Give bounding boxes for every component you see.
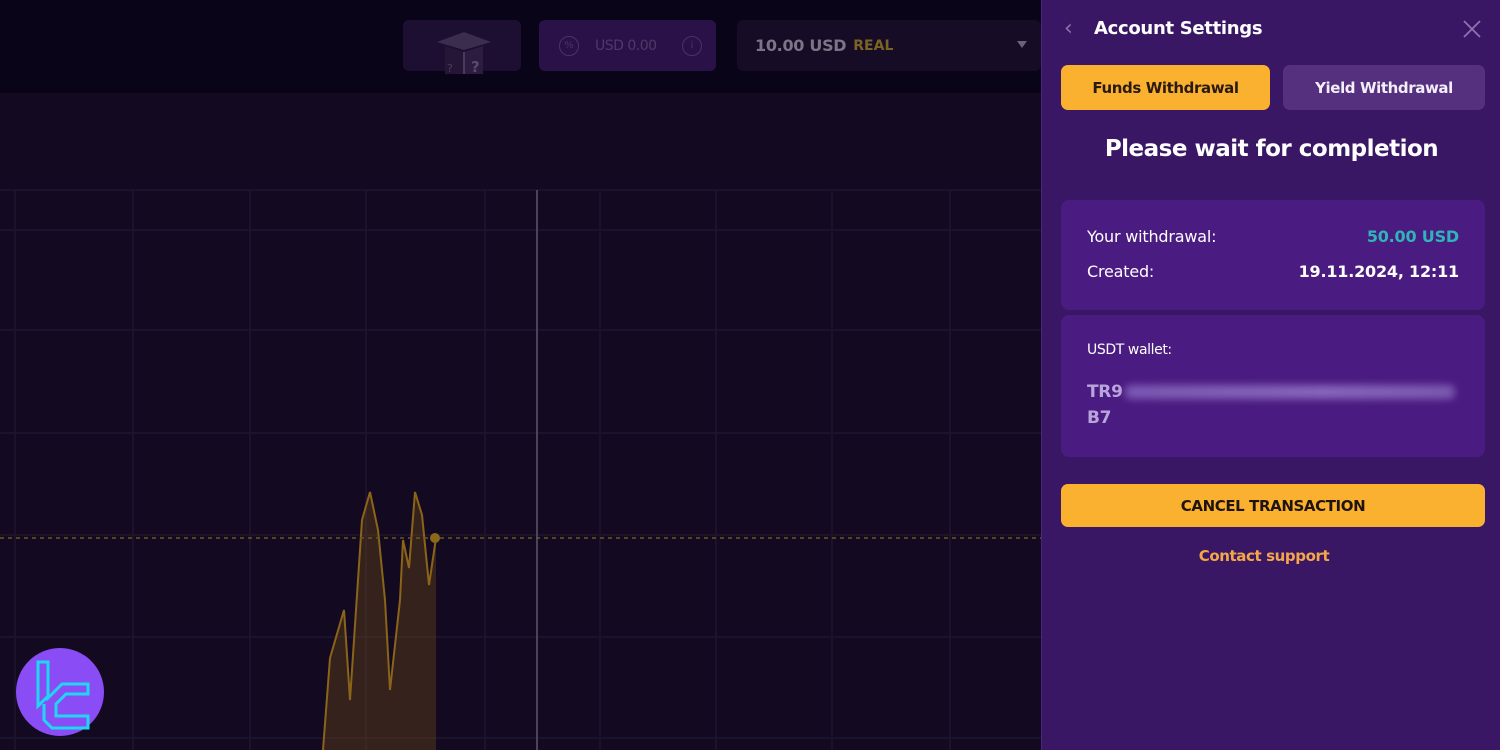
top-bar: ? ? % USD 0.00 i 10.00 USD REAL: [0, 0, 1041, 93]
info-icon[interactable]: i: [682, 35, 702, 56]
wallet-address-redacted: [1124, 385, 1455, 399]
panel-header: ‹ Account Settings: [1042, 14, 1500, 46]
tab-yield-withdrawal[interactable]: Yield Withdrawal: [1283, 65, 1485, 110]
wallet-label: USDT wallet:: [1087, 342, 1172, 358]
account-balance-dropdown[interactable]: 10.00 USD REAL: [737, 20, 1041, 71]
withdrawal-amount-row: Your withdrawal: 50.00 USD: [1087, 227, 1459, 246]
cancel-transaction-button[interactable]: CANCEL TRANSACTION: [1061, 484, 1485, 527]
account-settings-panel: ‹ Account Settings Funds Withdrawal Yiel…: [1041, 0, 1500, 750]
withdrawal-details-card: Your withdrawal: 50.00 USD Created: 19.1…: [1061, 200, 1485, 310]
current-price-dot: [430, 533, 440, 543]
timer-percent-icon: %: [559, 35, 579, 56]
balance-amount: 10.00 USD: [755, 36, 847, 55]
status-heading: Please wait for completion: [1104, 136, 1439, 162]
mystery-box-button[interactable]: ? ?: [403, 20, 521, 74]
wallet-address: TR9 B7: [1087, 379, 1457, 431]
panel-title: Account Settings: [1094, 18, 1263, 39]
contact-support-link[interactable]: Contact support: [1042, 547, 1486, 565]
created-row: Created: 19.11.2024, 12:11: [1087, 262, 1459, 281]
created-date: 19.11.2024, 12:11: [1298, 262, 1460, 281]
tab-funds-withdrawal[interactable]: Funds Withdrawal: [1061, 65, 1270, 110]
wallet-card: USDT wallet: TR9 B7: [1061, 315, 1485, 457]
tc-logo-icon: [16, 648, 104, 736]
trading-app: ? ? % USD 0.00 i 10.00 USD REAL ‹ Accoun…: [0, 0, 1500, 750]
svg-text:?: ?: [447, 62, 453, 74]
created-label: Created:: [1087, 262, 1155, 281]
chevron-left-icon[interactable]: ‹: [1064, 18, 1080, 42]
caret-down-icon: [1017, 41, 1027, 48]
chart-canvas: [0, 189, 1041, 750]
bonus-value: USD 0.00: [595, 37, 657, 54]
withdrawal-label: Your withdrawal:: [1087, 227, 1217, 246]
wallet-address-end: B7: [1087, 408, 1112, 428]
wallet-address-start: TR9: [1087, 382, 1123, 402]
withdrawal-amount: 50.00 USD: [1366, 227, 1459, 246]
mystery-box-icon: ? ?: [437, 32, 491, 74]
svg-text:?: ?: [471, 58, 480, 74]
chart-grid: [0, 189, 1041, 750]
close-icon[interactable]: [1461, 18, 1483, 40]
account-type-label: REAL: [853, 37, 894, 54]
bonus-balance-button[interactable]: % USD 0.00 i: [539, 20, 716, 71]
price-chart[interactable]: [0, 93, 1041, 750]
